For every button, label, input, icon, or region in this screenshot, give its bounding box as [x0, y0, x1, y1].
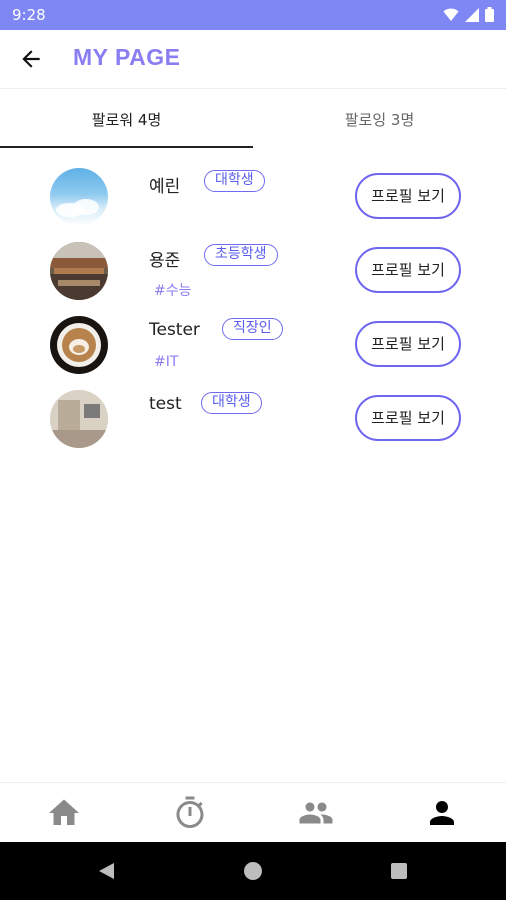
view-profile-button[interactable]: 프로필 보기	[355, 395, 461, 441]
person-icon[interactable]	[422, 795, 462, 831]
tab-followers[interactable]: 팔로워 4명	[0, 92, 253, 148]
user-name: 예린	[149, 177, 181, 197]
list-item: 용준 초등학생 #수능 프로필 보기	[0, 234, 506, 308]
app-bar: MY PAGE	[0, 30, 506, 89]
hashtag: #IT	[154, 354, 179, 370]
battery-icon	[485, 7, 494, 22]
timer-icon[interactable]	[170, 795, 210, 831]
people-icon[interactable]	[296, 795, 336, 831]
status-badge: 직장인	[222, 318, 283, 340]
avatar	[50, 168, 108, 226]
page-title: MY PAGE	[73, 44, 181, 70]
follow-tabs: 팔로워 4명 팔로잉 3명	[0, 92, 506, 148]
arrow-back-icon[interactable]	[18, 46, 44, 72]
tab-following[interactable]: 팔로잉 3명	[253, 92, 506, 148]
desk-shape	[50, 390, 108, 448]
status-icons	[443, 7, 494, 22]
view-profile-button[interactable]: 프로필 보기	[355, 173, 461, 219]
bottom-nav	[0, 782, 506, 843]
list-item: 예린 대학생 프로필 보기	[0, 160, 506, 234]
view-profile-button[interactable]: 프로필 보기	[355, 321, 461, 367]
view-profile-button[interactable]: 프로필 보기	[355, 247, 461, 293]
status-badge: 대학생	[204, 170, 265, 192]
cell-signal-icon	[465, 7, 479, 22]
cloud-shape	[56, 199, 99, 217]
status-badge: 대학생	[201, 392, 262, 414]
user-name: Tester	[149, 320, 200, 340]
recents-square-icon[interactable]	[390, 862, 408, 880]
back-triangle-icon[interactable]	[96, 861, 116, 881]
tab-indicator	[0, 146, 253, 148]
status-bar: 9:28	[0, 0, 506, 30]
market-shape	[50, 242, 108, 300]
user-name: 용준	[149, 251, 181, 271]
wifi-icon	[443, 8, 459, 21]
list-item: test 대학생 프로필 보기	[0, 382, 506, 456]
status-time: 9:28	[12, 6, 46, 24]
user-name: test	[149, 394, 182, 414]
avatar	[50, 390, 108, 448]
avatar	[50, 242, 108, 300]
list-item: Tester 직장인 #IT 프로필 보기	[0, 308, 506, 382]
hashtag: #수능	[154, 283, 192, 299]
home-icon[interactable]	[44, 795, 84, 831]
avatar	[50, 316, 108, 374]
latte-shape	[57, 323, 101, 367]
status-badge: 초등학생	[204, 244, 278, 266]
home-circle-icon[interactable]	[243, 861, 263, 881]
system-nav-bar	[0, 842, 506, 900]
